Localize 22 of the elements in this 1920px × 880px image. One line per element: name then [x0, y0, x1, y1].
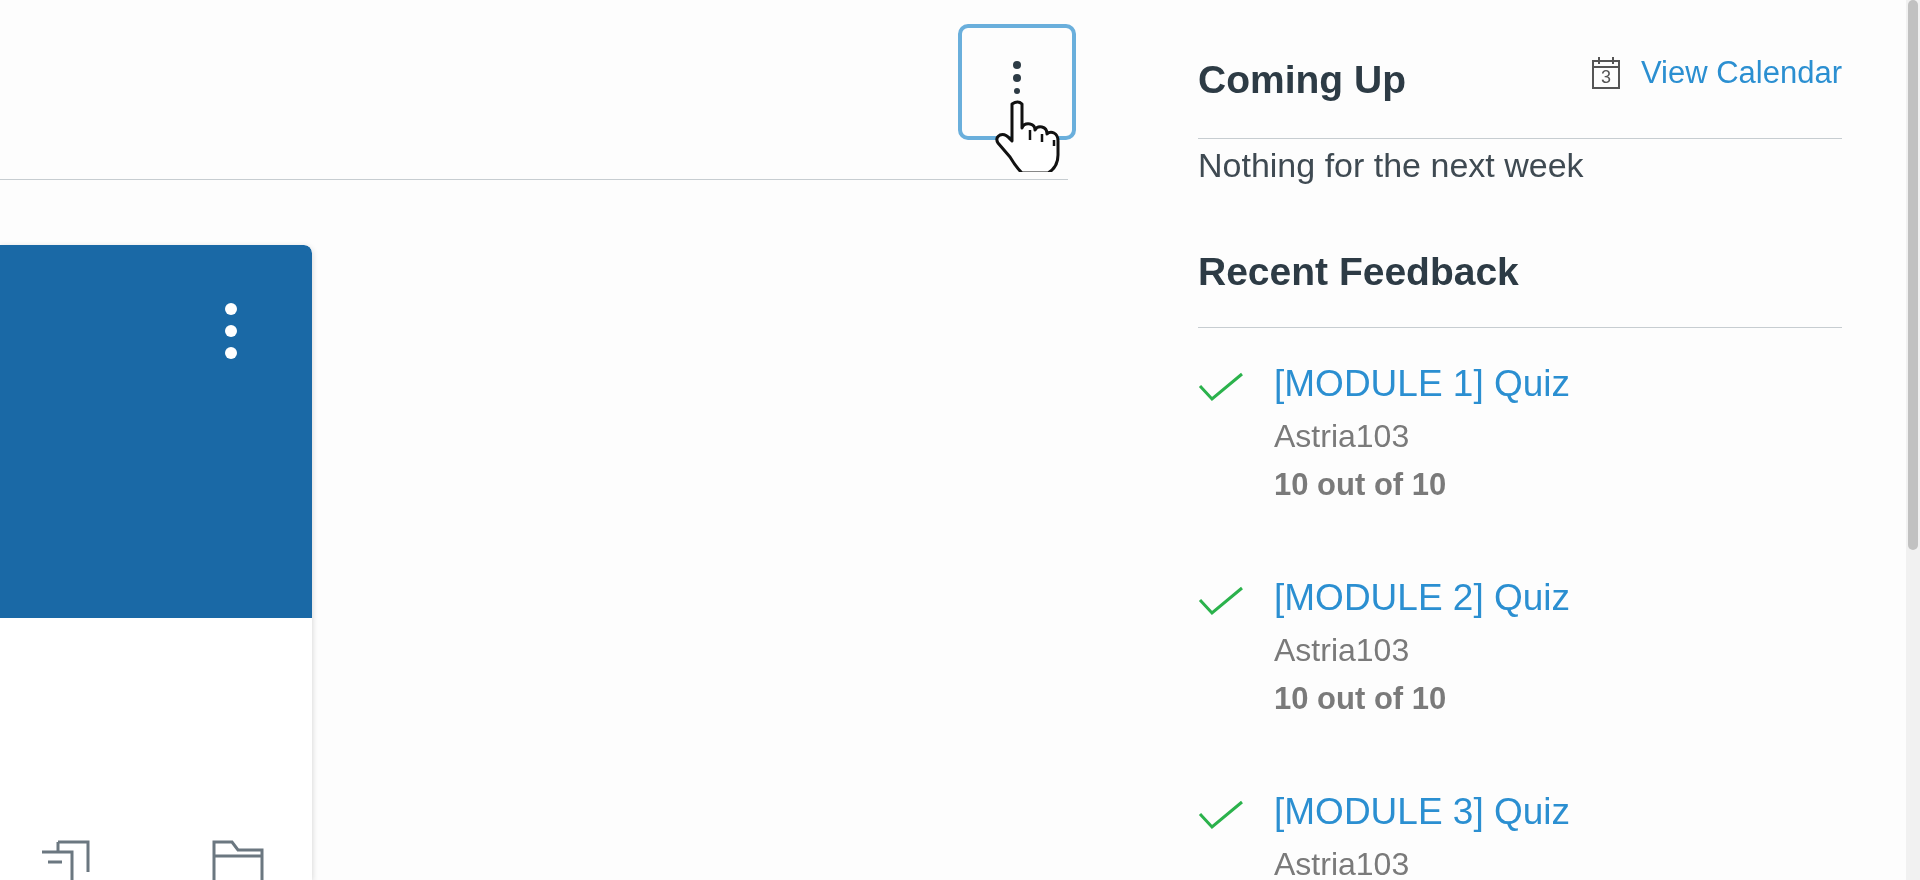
assignment-link[interactable]: [MODULE 2] Quiz: [1274, 576, 1571, 620]
course-name: Astria103: [1274, 631, 1411, 669]
course-card[interactable]: [0, 245, 312, 880]
hand-cursor-icon: [994, 100, 1062, 172]
more-options-icon: [224, 302, 238, 360]
course-name: Astria103: [1274, 417, 1411, 455]
score-text: 10 out of 10: [1274, 466, 1448, 504]
section-heading: Recent Feedback: [1198, 249, 1520, 295]
section-heading: Coming Up: [1198, 57, 1407, 103]
view-calendar-link[interactable]: View Calendar: [1640, 55, 1842, 91]
scrollbar-thumb[interactable]: [1908, 0, 1918, 550]
assignment-link[interactable]: [MODULE 3] Quiz: [1274, 790, 1571, 834]
folder-icon[interactable]: [212, 840, 264, 880]
more-options-icon: [1012, 60, 1022, 94]
card-options-button[interactable]: [222, 300, 240, 362]
assignment-link[interactable]: [MODULE 1] Quiz: [1274, 362, 1571, 406]
score-text: 10 out of 10: [1274, 680, 1448, 718]
empty-message: Nothing for the next week: [1198, 145, 1585, 185]
course-name: Astria103: [1274, 845, 1411, 880]
scrollbar[interactable]: [1906, 0, 1920, 880]
options-button[interactable]: [958, 24, 1076, 140]
copy-icon[interactable]: [40, 840, 90, 880]
